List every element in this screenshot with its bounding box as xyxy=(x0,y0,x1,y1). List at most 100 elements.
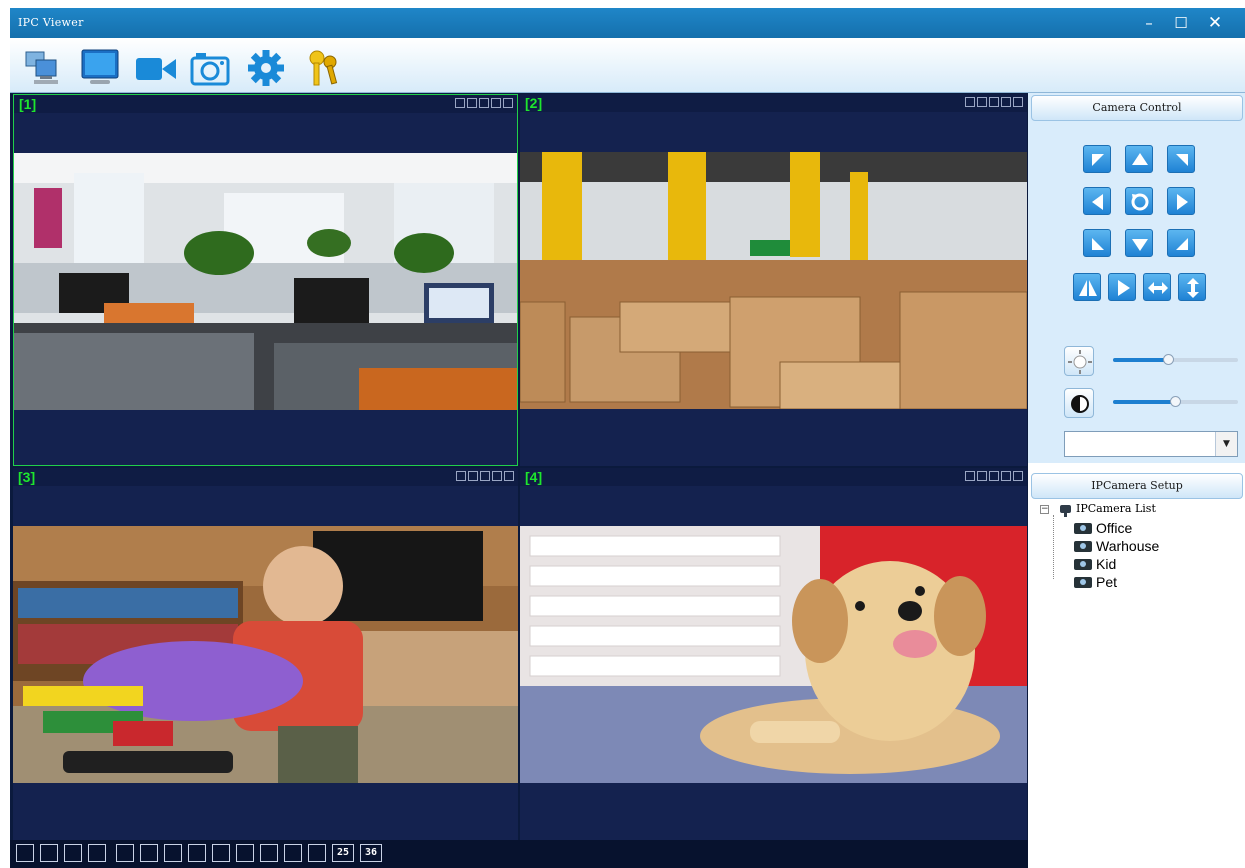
minimize-button[interactable]: – xyxy=(1134,10,1164,36)
horizontal-patrol-button[interactable] xyxy=(1143,273,1171,301)
preset-select[interactable]: ▼ xyxy=(1064,431,1238,457)
camera-item-kid[interactable]: Kid xyxy=(1036,555,1236,573)
camera-item-pet[interactable]: Pet xyxy=(1036,573,1236,591)
ptz-left-button[interactable] xyxy=(1083,187,1111,215)
select-all-button[interactable] xyxy=(40,844,58,862)
pane-header: [1] xyxy=(14,95,517,113)
layout-13-button[interactable] xyxy=(260,844,278,862)
layout-9-button[interactable] xyxy=(212,844,230,862)
ptz-down-right-button[interactable] xyxy=(1167,229,1195,257)
dropdown-arrow-icon[interactable]: ▼ xyxy=(1215,432,1237,456)
record-icon[interactable] xyxy=(965,471,975,481)
contrast-slider-fill xyxy=(1113,400,1176,404)
video-feed-kid[interactable] xyxy=(13,526,518,783)
fullscreen-button[interactable] xyxy=(16,844,34,862)
layout-6-button[interactable] xyxy=(164,844,182,862)
arrow-down-right-icon xyxy=(1176,238,1188,250)
arrow-up-icon xyxy=(1132,153,1148,165)
snapshot-icon[interactable] xyxy=(492,471,502,481)
ptz-down-button[interactable] xyxy=(1125,229,1153,257)
record-icon[interactable] xyxy=(456,471,466,481)
video-feed-pet[interactable] xyxy=(520,526,1027,783)
video-pane-3[interactable]: [3] xyxy=(13,468,518,840)
camera-icon xyxy=(1074,523,1092,534)
video-pane-1[interactable]: [1] xyxy=(13,94,518,466)
keys-icon[interactable] xyxy=(302,48,346,88)
snapshot-icon[interactable] xyxy=(491,98,501,108)
ptz-up-left-button[interactable] xyxy=(1083,145,1111,173)
flip-button[interactable] xyxy=(1073,273,1101,301)
collapse-toggle-icon[interactable]: − xyxy=(1040,505,1049,514)
monitor-icon[interactable] xyxy=(78,48,122,88)
video-feed-warehouse[interactable] xyxy=(520,152,1027,409)
close-pane-icon[interactable] xyxy=(1013,471,1023,481)
layout-10-button[interactable] xyxy=(236,844,254,862)
contrast-slider-knob[interactable] xyxy=(1169,396,1181,407)
record-icon[interactable] xyxy=(965,97,975,107)
audio-icon[interactable] xyxy=(977,97,987,107)
video-pane-4[interactable]: [4] xyxy=(520,468,1027,840)
camera-item-warhouse[interactable]: Warhouse xyxy=(1036,537,1236,555)
ptz-right-button[interactable] xyxy=(1167,187,1195,215)
camera-item-label: Kid xyxy=(1096,556,1117,572)
camera-control-panel: Camera Control ▼ xyxy=(1028,93,1245,463)
close-pane-icon[interactable] xyxy=(1013,97,1023,107)
close-all-button[interactable] xyxy=(64,844,82,862)
talk-icon[interactable] xyxy=(479,98,489,108)
settings-gear-icon[interactable] xyxy=(244,48,288,88)
camera-item-label: Warhouse xyxy=(1096,538,1160,554)
horizontal-arrows-icon xyxy=(1148,282,1168,294)
audio-icon[interactable] xyxy=(467,98,477,108)
arrow-down-icon xyxy=(1132,239,1148,251)
talk-icon[interactable] xyxy=(480,471,490,481)
ptz-center-button[interactable] xyxy=(1125,187,1153,215)
snapshot-camera-icon[interactable] xyxy=(188,48,232,88)
camera-item-label: Pet xyxy=(1096,574,1118,590)
pane-controls xyxy=(965,471,1023,481)
layout-20-button[interactable] xyxy=(308,844,326,862)
video-pane-2[interactable]: [2] xyxy=(520,94,1027,466)
brightness-slider[interactable] xyxy=(1113,354,1238,365)
audio-icon[interactable] xyxy=(977,471,987,481)
pane-number: [4] xyxy=(525,469,543,485)
ipcamera-setup-header[interactable]: IPCamera Setup xyxy=(1031,473,1243,499)
talk-icon[interactable] xyxy=(989,471,999,481)
video-camera-icon[interactable] xyxy=(134,48,178,88)
layout-1-button[interactable] xyxy=(116,844,134,862)
maximize-button[interactable]: ☐ xyxy=(1166,10,1196,36)
pane-controls xyxy=(965,97,1023,107)
camera-item-office[interactable]: Office xyxy=(1036,519,1236,537)
contrast-slider[interactable] xyxy=(1113,396,1238,407)
layout-8-button[interactable] xyxy=(188,844,206,862)
snapshot-icon[interactable] xyxy=(1001,97,1011,107)
title-bar[interactable]: IPC Viewer – ☐ ✕ xyxy=(10,8,1245,38)
ptz-up-button[interactable] xyxy=(1125,145,1153,173)
talk-icon[interactable] xyxy=(989,97,999,107)
video-feed-office[interactable] xyxy=(14,153,517,410)
record-icon[interactable] xyxy=(455,98,465,108)
close-pane-icon[interactable] xyxy=(503,98,513,108)
restore-button[interactable] xyxy=(88,844,106,862)
brightness-slider-fill xyxy=(1113,358,1170,362)
snapshot-icon[interactable] xyxy=(1001,471,1011,481)
window-title: IPC Viewer xyxy=(18,16,84,29)
ptz-down-left-button[interactable] xyxy=(1083,229,1111,257)
camera-control-header[interactable]: Camera Control xyxy=(1031,95,1243,121)
layout-16-button[interactable] xyxy=(284,844,302,862)
mirror-button[interactable] xyxy=(1108,273,1136,301)
flip-icon xyxy=(1079,280,1097,296)
audio-icon[interactable] xyxy=(468,471,478,481)
close-pane-icon[interactable] xyxy=(504,471,514,481)
pane-header: [2] xyxy=(520,94,1027,112)
layout-36-button[interactable]: 36 xyxy=(360,844,382,862)
close-button[interactable]: ✕ xyxy=(1200,10,1230,36)
ptz-up-right-button[interactable] xyxy=(1167,145,1195,173)
refresh-icon xyxy=(1131,193,1149,211)
layout-25-button[interactable]: 25 xyxy=(332,844,354,862)
network-computers-icon[interactable] xyxy=(22,48,66,88)
camera-icon xyxy=(1074,577,1092,588)
pane-number: [1] xyxy=(19,96,37,112)
brightness-slider-knob[interactable] xyxy=(1163,354,1175,365)
layout-4-button[interactable] xyxy=(140,844,158,862)
vertical-patrol-button[interactable] xyxy=(1178,273,1206,301)
